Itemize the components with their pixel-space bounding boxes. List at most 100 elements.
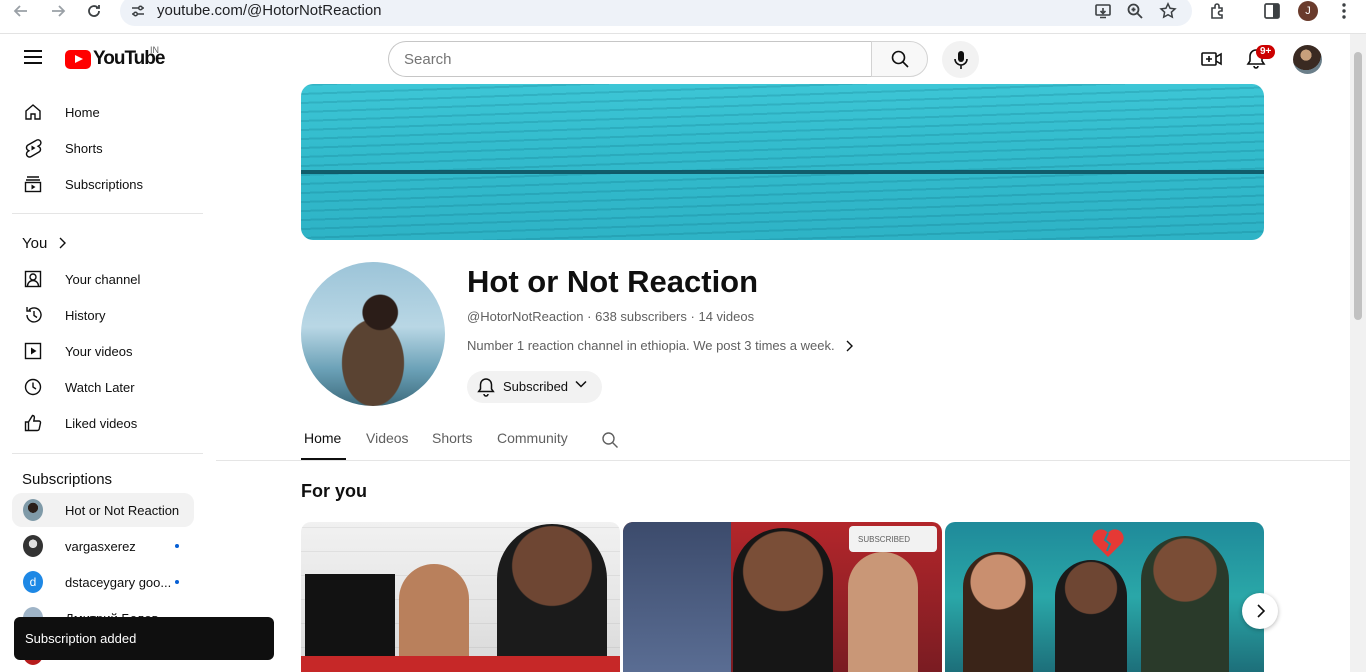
sidebar-you-heading[interactable]: You	[12, 226, 72, 260]
site-settings-icon[interactable]	[130, 3, 146, 19]
history-icon	[23, 305, 43, 325]
reload-icon[interactable]	[81, 0, 107, 22]
subscription-item[interactable]: d dstaceygary goo...	[12, 565, 194, 599]
account-avatar[interactable]	[1293, 45, 1322, 74]
broken-heart-icon	[1091, 528, 1125, 558]
toast-message: Subscription added	[25, 631, 137, 646]
sidebar-item-watch-later[interactable]: Watch Later	[12, 370, 194, 404]
chevron-down-icon	[575, 380, 587, 388]
new-content-dot	[175, 580, 179, 584]
notification-count-badge: 9+	[1256, 45, 1276, 59]
browser-toolbar: youtube.com/@HotorNotReaction J	[0, 0, 1366, 34]
subscribed-button[interactable]: Subscribed	[467, 371, 602, 403]
video-thumbnail[interactable]	[945, 522, 1264, 672]
sidebar-item-history[interactable]: History	[12, 298, 194, 332]
sidebar-item-label: Home	[65, 104, 100, 120]
subscription-item[interactable]: Hot or Not Reaction	[12, 493, 194, 527]
sidebar-item-label: Your channel	[65, 271, 141, 287]
install-app-icon[interactable]	[1093, 1, 1113, 21]
side-panel-icon[interactable]	[1261, 0, 1283, 22]
toast-notification: Subscription added	[14, 617, 274, 660]
channel-title: Hot or Not Reaction	[467, 264, 759, 299]
thumbnail-person	[963, 552, 1033, 672]
sidebar-item-home[interactable]: Home	[12, 95, 194, 129]
page-scrollbar[interactable]	[1350, 34, 1366, 672]
thumbnail-inset-photo	[305, 574, 395, 664]
browser-profile-avatar[interactable]: J	[1297, 0, 1319, 22]
scrollbar-thumb[interactable]	[1354, 52, 1362, 320]
watch-later-icon	[23, 377, 43, 397]
sidebar-item-label: Subscriptions	[65, 176, 144, 192]
section-title: For you	[301, 481, 367, 501]
thumbnail-left-panel	[623, 522, 731, 672]
zoom-icon[interactable]	[1125, 1, 1145, 21]
sidebar-item-label: Your videos	[65, 343, 133, 359]
home-icon	[23, 102, 43, 122]
channel-meta: @HotorNotReaction · 638 subscribers · 14…	[467, 309, 754, 324]
carousel-next-button[interactable]	[1242, 593, 1278, 629]
bookmark-star-icon[interactable]	[1158, 1, 1178, 21]
channel-initial: d	[23, 571, 43, 593]
sidebar-item-label: History	[65, 307, 106, 323]
tab-shorts[interactable]: Shorts	[432, 430, 472, 446]
back-icon[interactable]	[8, 0, 34, 22]
subscribed-watermark-label: SUBSCRIBED	[858, 534, 911, 544]
liked-videos-icon	[23, 413, 43, 433]
subscription-name: dstaceygary goo...	[65, 574, 172, 590]
voice-search-button[interactable]	[942, 41, 979, 78]
meta-separator: ·	[587, 309, 596, 324]
sidebar-item-label: Watch Later	[65, 379, 135, 395]
chevron-right-icon	[846, 340, 853, 351]
tab-videos[interactable]: Videos	[366, 430, 409, 446]
sidebar-item-your-channel[interactable]: Your channel	[12, 262, 194, 296]
your-channel-icon	[23, 269, 43, 289]
your-videos-icon	[23, 341, 43, 361]
thumbnail-person	[1141, 536, 1229, 672]
chevron-right-icon	[1256, 604, 1265, 618]
new-content-dot	[175, 544, 179, 548]
guide-menu-icon[interactable]	[24, 50, 42, 66]
subscription-item[interactable]: vargasxerez	[12, 529, 194, 563]
channel-avatar-large[interactable]	[301, 262, 445, 406]
address-bar[interactable]: youtube.com/@HotorNotReaction	[120, 0, 1192, 26]
forward-icon[interactable]	[45, 0, 71, 22]
url-text: youtube.com/@HotorNotReaction	[157, 2, 382, 19]
tab-home[interactable]: Home	[304, 430, 341, 446]
sidebar-item-label: Liked videos	[65, 415, 138, 431]
bell-icon	[477, 378, 495, 397]
tabs-divider	[216, 460, 1350, 461]
thumbnail-person	[497, 524, 607, 664]
you-heading-label: You	[22, 234, 48, 252]
subscription-name: Hot or Not Reaction	[65, 502, 180, 518]
extensions-icon[interactable]	[1207, 0, 1229, 22]
sidebar-item-subscriptions[interactable]: Subscriptions	[12, 167, 194, 201]
profile-initial: J	[1298, 1, 1318, 21]
channel-handle: @HotorNotReaction	[467, 309, 584, 324]
video-thumbnail[interactable]: SUBSCRIBED	[623, 522, 942, 672]
sidebar-item-your-videos[interactable]: Your videos	[12, 334, 194, 368]
channel-description[interactable]: Number 1 reaction channel in ethiopia. W…	[467, 338, 853, 353]
subscribed-label: Subscribed	[503, 379, 569, 394]
channel-avatar: d	[23, 571, 43, 593]
sidebar-item-liked-videos[interactable]: Liked videos	[12, 406, 194, 440]
channel-avatar	[23, 535, 43, 557]
search-input[interactable]	[389, 42, 872, 76]
search-button[interactable]	[871, 41, 928, 77]
subscriber-count: 638 subscribers	[595, 309, 687, 324]
thumbnail-person	[848, 552, 918, 672]
create-video-icon[interactable]	[1200, 47, 1224, 71]
video-count: 14 videos	[698, 309, 755, 324]
sidebar-divider	[12, 453, 203, 454]
sidebar-item-shorts[interactable]: Shorts	[12, 131, 194, 165]
browser-menu-icon[interactable]	[1333, 0, 1355, 22]
channel-search-icon[interactable]	[601, 431, 619, 454]
thumbnail-person	[1055, 560, 1127, 672]
subscriptions-icon	[23, 174, 43, 194]
country-code: IN	[150, 45, 159, 55]
video-thumbnail[interactable]	[301, 522, 620, 672]
thumbnail-caption-bar	[301, 656, 620, 672]
search-field[interactable]	[388, 41, 872, 77]
search-icon	[891, 50, 909, 68]
youtube-logo[interactable]: YouTube IN	[65, 45, 165, 70]
tab-community[interactable]: Community	[497, 430, 568, 446]
